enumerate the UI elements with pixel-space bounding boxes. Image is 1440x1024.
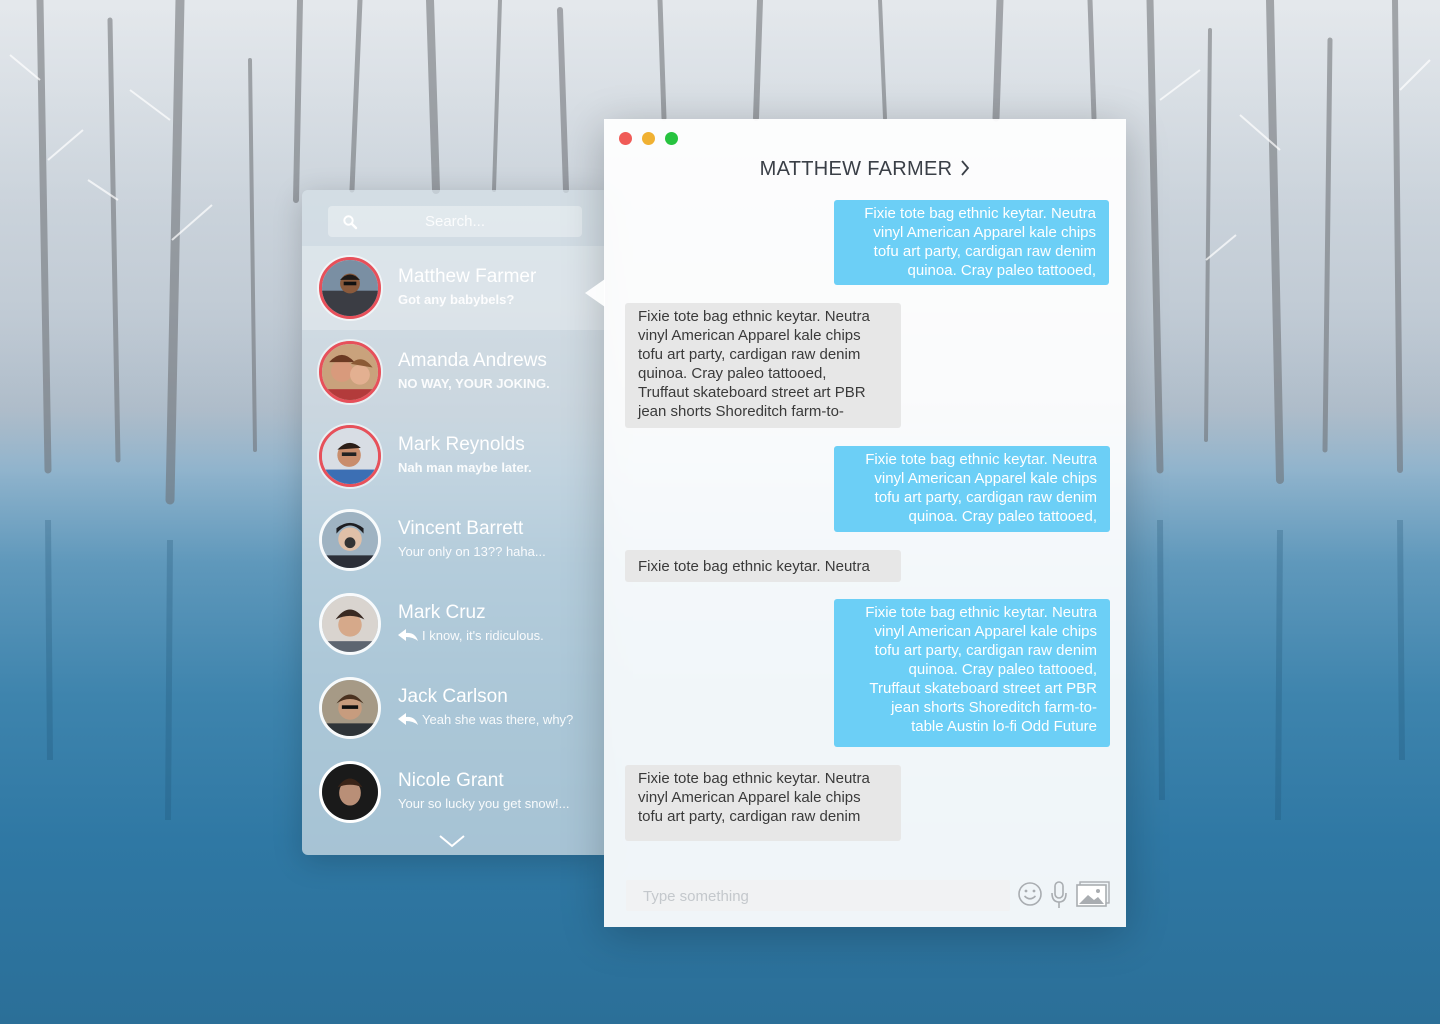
avatar bbox=[319, 677, 381, 739]
conversation-item-matthew-farmer[interactable]: Matthew Farmer Got any babybels? bbox=[302, 246, 604, 330]
avatar bbox=[319, 509, 381, 571]
contact-header[interactable]: MATTHEW FARMER bbox=[604, 158, 1126, 181]
outgoing-message: Fixie tote bag ethnic keytar. Neutra vin… bbox=[834, 446, 1110, 532]
avatar bbox=[319, 257, 381, 319]
contact-name: MATTHEW FARMER bbox=[759, 158, 953, 180]
conversation-name: Matthew Farmer bbox=[398, 266, 537, 287]
conversation-item-vincent-barrett[interactable]: Vincent Barrett Your only on 13?? haha..… bbox=[302, 498, 604, 582]
search-icon bbox=[343, 215, 358, 230]
active-conversation-pointer bbox=[585, 279, 605, 307]
window-maximize-button[interactable] bbox=[665, 132, 678, 145]
search-box[interactable] bbox=[328, 206, 582, 237]
conversation-name: Mark Cruz bbox=[398, 602, 486, 623]
conversation-preview: Your so lucky you get snow!... bbox=[398, 796, 570, 811]
conversation-item-jack-carlson[interactable]: Jack Carlson Yeah she was there, why? bbox=[302, 666, 604, 750]
conversation-preview: Your only on 13?? haha... bbox=[398, 544, 546, 559]
conversation-preview: Nah man maybe later. bbox=[398, 460, 532, 475]
incoming-message: Fixie tote bag ethnic keytar. Neutra bbox=[625, 550, 901, 582]
chat-window: MATTHEW FARMER Fixie tote bag ethnic key… bbox=[585, 119, 1126, 927]
conversation-name: Vincent Barrett bbox=[398, 518, 524, 539]
conversation-item-nicole-grant[interactable]: Nicole Grant Your so lucky you get snow!… bbox=[302, 750, 604, 834]
avatar bbox=[319, 761, 381, 823]
avatar bbox=[319, 425, 381, 487]
conversation-item-amanda-andrews[interactable]: Amanda Andrews NO WAY, YOUR JOKING. bbox=[302, 330, 604, 414]
outgoing-message: Fixie tote bag ethnic keytar. Neutra vin… bbox=[834, 200, 1109, 285]
message-input[interactable] bbox=[626, 880, 1005, 913]
avatar bbox=[319, 593, 381, 655]
conversation-list-panel: Matthew Farmer Got any babybels? Amanda … bbox=[302, 190, 604, 855]
window-close-button[interactable] bbox=[619, 132, 632, 145]
conversation-name: Nicole Grant bbox=[398, 770, 504, 791]
conversation-name: Amanda Andrews bbox=[398, 350, 547, 371]
avatar bbox=[319, 341, 381, 403]
conversation-preview: Got any babybels? bbox=[398, 292, 515, 307]
image-icon[interactable] bbox=[1076, 881, 1110, 907]
message-composer[interactable] bbox=[626, 880, 1010, 913]
conversation-name: Jack Carlson bbox=[398, 686, 508, 707]
outgoing-message: Fixie tote bag ethnic keytar. Neutra vin… bbox=[834, 599, 1110, 747]
conversation-preview-text: I know, it's ridiculous. bbox=[422, 628, 544, 643]
incoming-message: Fixie tote bag ethnic keytar. Neutra vin… bbox=[625, 765, 901, 841]
search-input[interactable] bbox=[353, 212, 557, 231]
window-minimize-button[interactable] bbox=[642, 132, 655, 145]
microphone-icon[interactable] bbox=[1050, 881, 1068, 909]
conversation-preview: NO WAY, YOUR JOKING. bbox=[398, 376, 550, 391]
incoming-message: Fixie tote bag ethnic keytar. Neutra vin… bbox=[625, 303, 901, 428]
conversation-preview-text: Yeah she was there, why? bbox=[422, 712, 574, 727]
conversation-item-mark-reynolds[interactable]: Mark Reynolds Nah man maybe later. bbox=[302, 414, 604, 498]
reply-icon bbox=[398, 629, 418, 641]
conversation-preview: Yeah she was there, why? bbox=[398, 712, 573, 727]
chevron-down-icon[interactable] bbox=[438, 834, 466, 848]
conversation-item-mark-cruz[interactable]: Mark Cruz I know, it's ridiculous. bbox=[302, 582, 604, 666]
chevron-right-icon bbox=[961, 160, 970, 176]
conversation-preview: I know, it's ridiculous. bbox=[398, 628, 544, 643]
emoji-icon[interactable] bbox=[1017, 881, 1043, 907]
reply-icon bbox=[398, 713, 418, 725]
conversation-name: Mark Reynolds bbox=[398, 434, 525, 455]
